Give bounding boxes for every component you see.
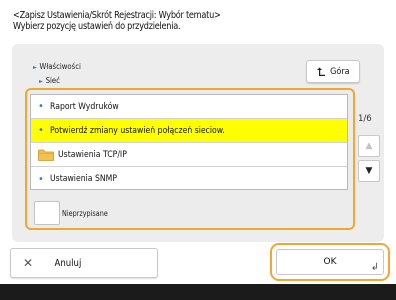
- up-button-label: Góra: [329, 66, 350, 77]
- list-item-folder[interactable]: Ustawienia TCP/IP: [31, 143, 347, 167]
- bullet-icon: •: [38, 173, 44, 185]
- list-item-label: Raport Wydruków: [49, 101, 119, 112]
- bullet-icon: •: [38, 101, 44, 112]
- cancel-button[interactable]: ✕ Anuluj: [10, 248, 158, 278]
- list-item-selected[interactable]: • Potwierdź zmiany ustawień połączeń sie…: [31, 119, 347, 143]
- list-item-label: Ustawienia TCP/IP: [58, 149, 127, 160]
- list-item[interactable]: • Raport Wydruków: [31, 95, 347, 119]
- cancel-button-label: Anuluj: [54, 257, 82, 269]
- tree-arrow-icon: ►: [39, 78, 43, 85]
- triangle-up-icon: ▲: [365, 141, 373, 151]
- close-icon: ✕: [23, 256, 34, 270]
- unassigned-box[interactable]: [34, 201, 60, 225]
- breadcrumb-level-1: ► Właściwości: [33, 62, 81, 71]
- list-item[interactable]: • Ustawienia SNMP: [31, 167, 347, 191]
- screen-header: <Zapisz Ustawienia/Skrót Rejestracji: Wy…: [13, 10, 331, 32]
- screen-instruction: Wybierz pozycję ustawień do przydzieleni…: [13, 21, 181, 32]
- scroll-down-button[interactable]: ▼: [358, 160, 380, 182]
- up-button[interactable]: Góra: [306, 60, 360, 83]
- unassigned-option[interactable]: Nieprzypisane: [34, 201, 344, 225]
- breadcrumb: ► Właściwości ► Sieć: [33, 60, 81, 88]
- scroll-up-button[interactable]: ▲: [358, 135, 380, 157]
- triangle-down-icon: ▼: [365, 166, 373, 176]
- unassigned-label: Nieprzypisane: [62, 208, 108, 218]
- ok-button[interactable]: OK ↲: [276, 249, 384, 275]
- bullet-icon: •: [38, 125, 44, 136]
- list-item-label: Potwierdź zmiany ustawień połączeń sieci…: [49, 125, 225, 136]
- enter-icon: ↲: [370, 262, 379, 273]
- settings-list: • Raport Wydruków • Potwierdź zmiany ust…: [30, 94, 348, 190]
- breadcrumb-level-2: ► Sieć: [39, 76, 60, 85]
- ok-button-focus-frame: OK ↲: [270, 243, 390, 281]
- up-arrow-icon: [316, 67, 325, 76]
- folder-icon: [38, 149, 54, 161]
- screen-title: <Zapisz Ustawienia/Skrót Rejestracji: Wy…: [13, 10, 221, 21]
- list-item-label: Ustawienia SNMP: [49, 174, 117, 184]
- ok-button-label: OK: [323, 257, 337, 267]
- bottom-bar: [0, 284, 396, 300]
- page-indicator: 1/6: [358, 114, 372, 124]
- tree-arrow-icon: ►: [33, 64, 37, 71]
